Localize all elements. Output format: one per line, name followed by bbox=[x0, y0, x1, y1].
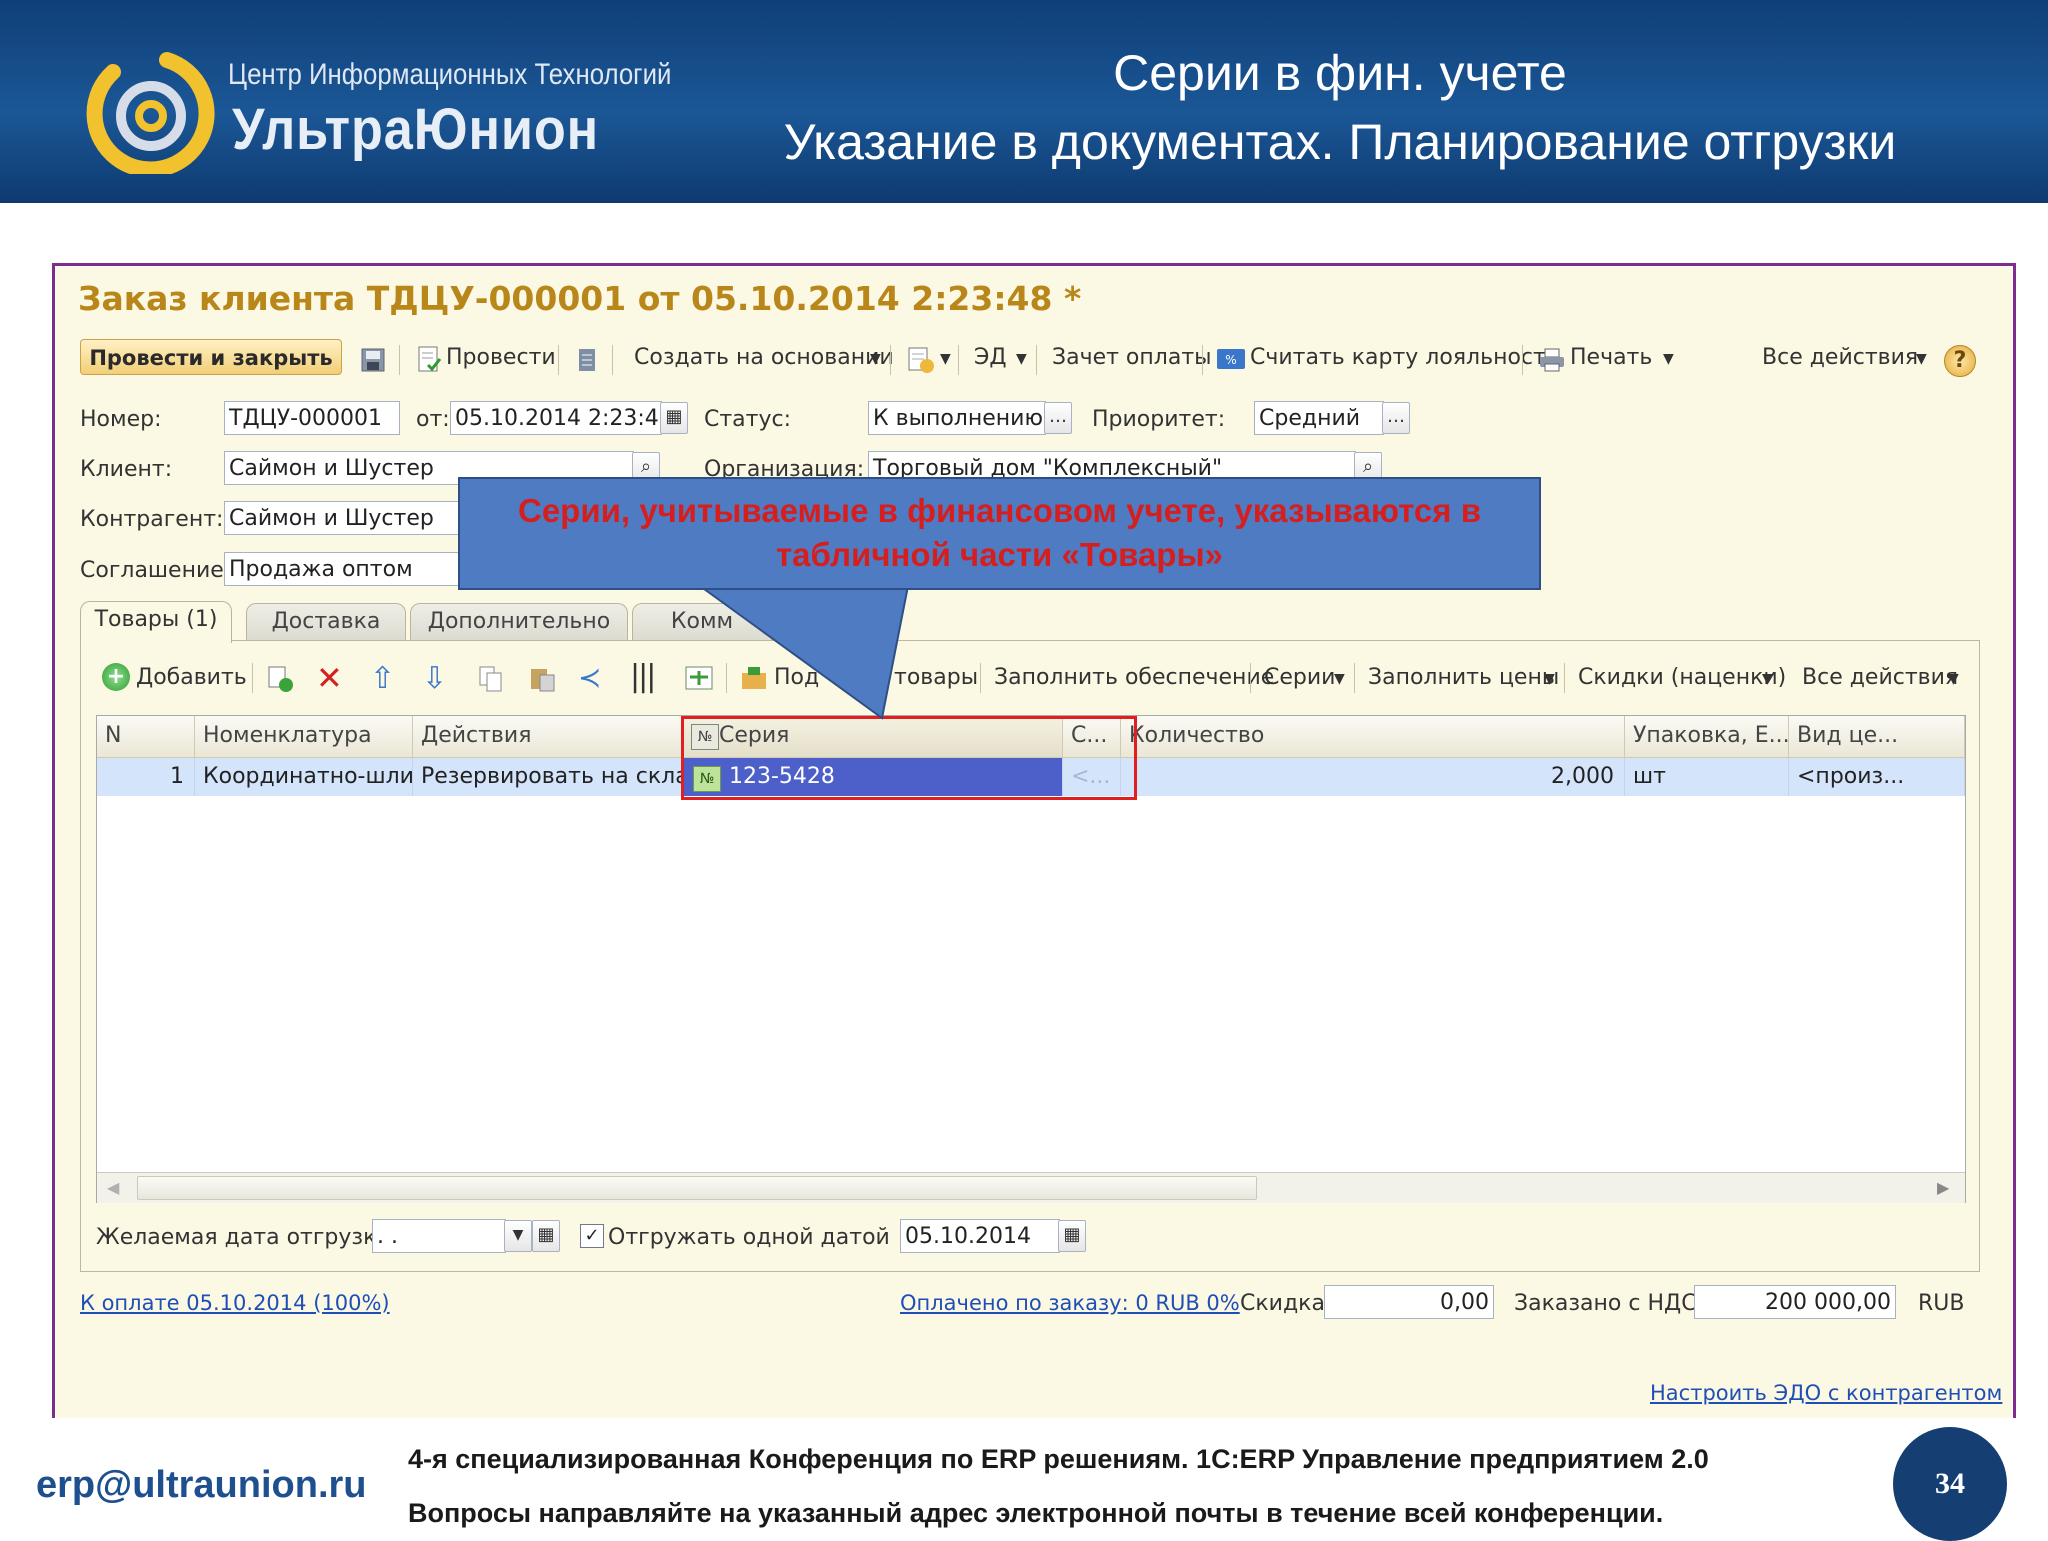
callout-pointer bbox=[696, 585, 910, 720]
callout-text-line2: табличной части «Товары» bbox=[776, 536, 1223, 573]
callout-text-line1: Серии, учитываемые в финансовом учете, у… bbox=[518, 492, 1481, 529]
annotation-callout: Серии, учитываемые в финансовом учете, у… bbox=[458, 477, 1541, 590]
